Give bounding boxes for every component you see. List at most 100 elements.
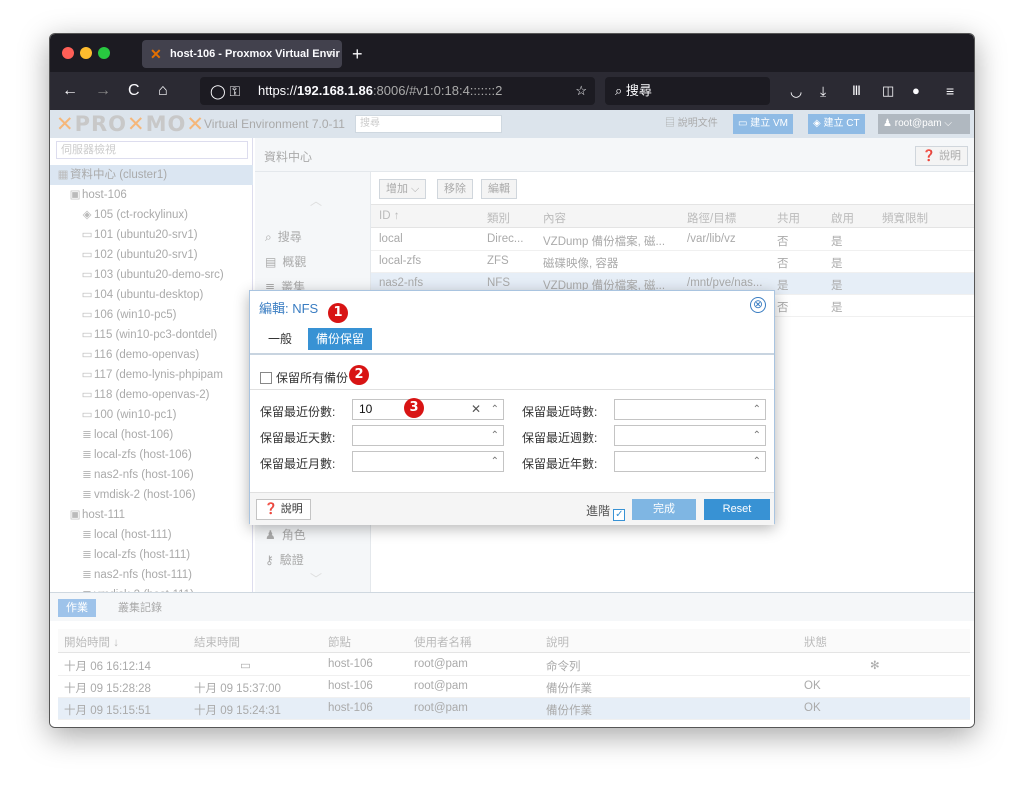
tab-backup-retention[interactable]: 備份保留 <box>308 328 373 350</box>
spinner-icon[interactable]: ⌃ <box>753 452 761 471</box>
new-tab-button[interactable]: + <box>352 40 363 68</box>
column-header[interactable]: 使用者名稱 <box>414 634 472 650</box>
forward-button[interactable]: → <box>95 72 111 110</box>
spinner-icon[interactable]: ⌃ <box>491 400 499 419</box>
edit-button[interactable]: 編輯 <box>481 179 517 199</box>
download-icon[interactable]: ⤓ <box>820 72 826 110</box>
tab-cluster-log[interactable]: 叢集記錄 <box>110 599 170 617</box>
ok-button[interactable]: 完成 <box>632 499 696 520</box>
pocket-icon[interactable]: ◡ <box>790 72 802 110</box>
tree-node[interactable]: ▭ 104 (ubuntu-desktop) <box>50 285 253 305</box>
tree-node[interactable]: ▣ host-111 <box>50 505 253 525</box>
keep-last-field[interactable]: 10 ✕ ⌃ <box>352 399 504 420</box>
create-ct-button[interactable]: ◈ 建立 CT <box>808 114 865 134</box>
reset-button[interactable]: Reset <box>704 499 770 520</box>
table-row[interactable]: local Direc... VZDump 備份檔案, 磁... /var/lib/v… <box>371 229 974 251</box>
bookmark-star-icon[interactable]: ☆ <box>575 77 587 105</box>
keep-weekly-field[interactable]: ⌃ <box>614 425 766 446</box>
keep-all-row[interactable]: 保留所有備份 <box>260 369 348 386</box>
menu-item[interactable]: ⚷ 驗證 <box>265 551 304 568</box>
close-window-button[interactable] <box>62 47 74 59</box>
tab-tasks[interactable]: 作業 <box>58 599 96 617</box>
tab-close-icon[interactable]: × <box>328 40 334 68</box>
url-bar[interactable]: ◯ ⚿ https://192.168.1.86:8006/#v1:0:18:4… <box>200 77 595 105</box>
keep-monthly-field[interactable]: ⌃ <box>352 451 504 472</box>
menu-item[interactable]: ♟ 角色 <box>265 526 306 543</box>
tree-node[interactable]: ≣ nas2-nfs (host-111) <box>50 565 253 585</box>
close-icon[interactable]: ⊗ <box>750 297 766 313</box>
keep-all-checkbox[interactable] <box>260 372 272 384</box>
menu-icon[interactable]: ≡ <box>946 72 954 110</box>
resource-tree-panel: 伺服器檢視 ▦ 資料中心 (cluster1) ▣ host-106 ◈ 105 (ct-… <box>50 138 253 601</box>
spinner-icon[interactable]: ⌃ <box>491 426 499 445</box>
tree-node[interactable]: ▭ 116 (demo-openvas) <box>50 345 253 365</box>
tree-node[interactable]: ▭ 115 (win10-pc3-dontdel) <box>50 325 253 345</box>
tree-node[interactable]: ▭ 117 (demo-lynis-phpipam <box>50 365 253 385</box>
column-header[interactable]: ID ↑ <box>379 210 399 222</box>
tree-node[interactable]: ≣ local-zfs (host-106) <box>50 445 253 465</box>
view-selector[interactable]: 伺服器檢視 <box>56 141 248 159</box>
tree-node[interactable]: ▭ 100 (win10-pc1) <box>50 405 253 425</box>
menu-item[interactable]: ▤ 概觀 <box>265 253 306 270</box>
tree-node[interactable]: ≣ local (host-106) <box>50 425 253 445</box>
spinner-icon[interactable]: ⌃ <box>491 452 499 471</box>
column-header[interactable]: 開始時間 ↓ <box>64 634 119 650</box>
sidebar-icon[interactable]: ◫ <box>882 72 894 110</box>
tree-node[interactable]: ≣ local (host-111) <box>50 525 253 545</box>
dialog-help-button[interactable]: ❓ 說明 <box>256 499 311 520</box>
tree-node[interactable]: ◈ 105 (ct-rockylinux) <box>50 205 253 225</box>
panel-help-button[interactable]: ❓ 說明 <box>915 146 968 166</box>
create-vm-button[interactable]: ▭ 建立 VM <box>733 114 794 134</box>
tree-node[interactable]: ▭ 118 (demo-openvas-2) <box>50 385 253 405</box>
task-row[interactable]: 十月 09 15:15:51 十月 09 15:24:31 host-106 root… <box>58 698 970 720</box>
tree-node[interactable]: ▭ 101 (ubuntu20-srv1) <box>50 225 253 245</box>
column-header[interactable]: 說明 <box>546 634 569 650</box>
column-header[interactable]: 節點 <box>328 634 351 650</box>
tree-node[interactable]: ▭ 102 (ubuntu20-srv1) <box>50 245 253 265</box>
column-header[interactable]: 類別 <box>487 210 510 226</box>
task-row[interactable]: 十月 09 15:28:28 十月 09 15:37:00 host-106 root… <box>58 676 970 698</box>
tree-node[interactable]: ≣ local-zfs (host-111) <box>50 545 253 565</box>
spinner-icon[interactable]: ⌃ <box>753 426 761 445</box>
keep-daily-field[interactable]: ⌃ <box>352 425 504 446</box>
docs-button[interactable]: ▤ 說明文件 <box>660 114 723 134</box>
scroll-up-icon[interactable]: ︿ <box>310 192 322 209</box>
add-button[interactable]: 增加 ⌵ <box>379 179 427 199</box>
header-search-input[interactable]: 搜尋 <box>355 115 502 133</box>
keep-hourly-field[interactable]: ⌃ <box>614 399 766 420</box>
tree-node[interactable]: ▦ 資料中心 (cluster1) <box>50 165 253 185</box>
remove-button[interactable]: 移除 <box>437 179 473 199</box>
minimize-window-button[interactable] <box>80 47 92 59</box>
column-header[interactable]: 內容 <box>543 210 566 226</box>
library-icon[interactable]: Ⅲ <box>852 72 861 110</box>
column-header[interactable]: 路徑/目標 <box>687 210 736 226</box>
tree-node[interactable]: ▭ 106 (win10-pc5) <box>50 305 253 325</box>
home-button[interactable]: ⌂ <box>158 72 168 110</box>
column-header[interactable]: 頻寬限制 <box>882 210 928 226</box>
tab-general[interactable]: 一般 <box>260 328 300 350</box>
tree-node[interactable]: ≣ vmdisk-2 (host-106) <box>50 485 253 505</box>
tree-node[interactable]: ▣ host-106 <box>50 185 253 205</box>
zoom-window-button[interactable] <box>98 47 110 59</box>
browser-search-box[interactable]: ⌕ 搜尋 <box>605 77 770 105</box>
task-row[interactable]: 十月 06 16:12:14 ▭ host-106 root@pam 命令列 ✻ <box>58 654 970 676</box>
clear-icon[interactable]: ✕ <box>471 400 481 419</box>
tree-node[interactable]: ▭ 103 (ubuntu20-demo-src) <box>50 265 253 285</box>
column-header[interactable]: 共用 <box>777 210 800 226</box>
advanced-toggle[interactable]: 進階 ✓ <box>586 502 629 521</box>
back-button[interactable]: ← <box>62 72 78 110</box>
scroll-down-icon[interactable]: ﹀ <box>310 570 322 587</box>
spinner-icon[interactable]: ⌃ <box>753 400 761 419</box>
extension-icon[interactable]: ● <box>912 72 920 110</box>
menu-item[interactable]: ⌕ 搜尋 <box>265 228 302 245</box>
column-header[interactable]: 啟用 <box>831 210 854 226</box>
keep-yearly-field[interactable]: ⌃ <box>614 451 766 472</box>
column-header[interactable]: 狀態 <box>804 634 827 650</box>
tree-node[interactable]: ≣ nas2-nfs (host-106) <box>50 465 253 485</box>
browser-tab[interactable]: ✕ host-106 - Proxmox Virtual Envir × <box>142 40 342 68</box>
advanced-checkbox[interactable]: ✓ <box>613 509 626 521</box>
column-header[interactable]: 結束時間 <box>194 634 240 650</box>
reload-button[interactable]: C <box>128 72 140 110</box>
user-menu-button[interactable]: ♟ root@pam ⌵ <box>878 114 970 134</box>
table-row[interactable]: local-zfs ZFS 磁碟映像, 容器 否 是 <box>371 251 974 273</box>
